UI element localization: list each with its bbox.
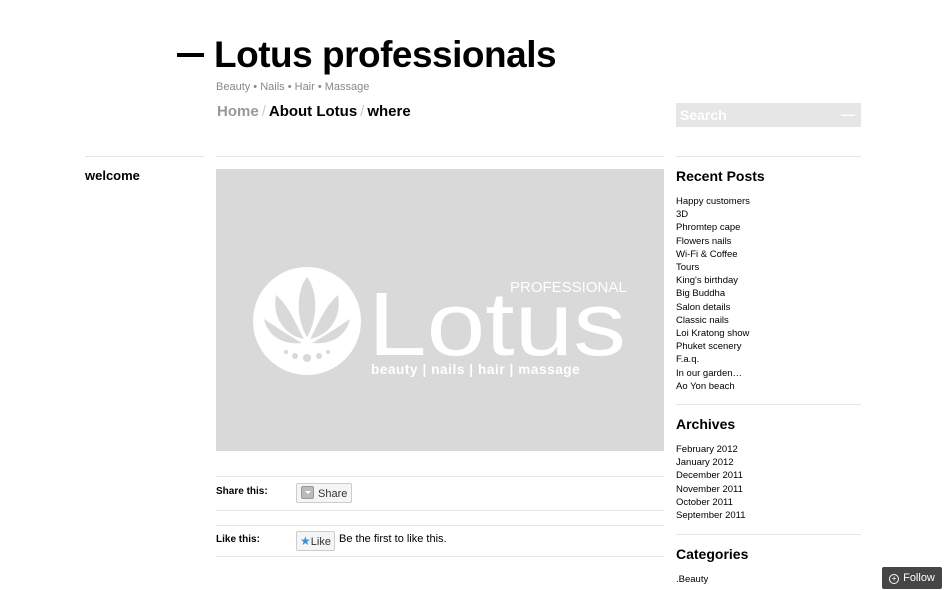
- divider: [216, 525, 664, 526]
- archives-list: February 2012 January 2012 December 2011 No…: [676, 443, 746, 522]
- recent-post-link[interactable]: Loi Kratong show: [676, 327, 750, 340]
- nav-item-about-lotus[interactable]: About Lotus: [269, 103, 357, 120]
- divider: [216, 476, 664, 477]
- title-dash: [177, 53, 204, 58]
- divider: [216, 156, 664, 157]
- lotus-logo-image: PROFESSIONAL Lotus beauty | nails | hair…: [216, 169, 664, 451]
- archive-link[interactable]: December 2011: [676, 469, 746, 482]
- recent-post-link[interactable]: Happy customers: [676, 195, 750, 208]
- archives-heading: Archives: [676, 416, 736, 432]
- divider: [216, 556, 664, 557]
- divider: [676, 156, 861, 157]
- follow-button[interactable]: + Follow: [882, 567, 942, 589]
- site-tagline: Beauty • Nails • Hair • Massage: [216, 81, 370, 93]
- like-button[interactable]: ★Like: [296, 531, 335, 551]
- archive-link[interactable]: October 2011: [676, 496, 746, 509]
- divider: [676, 534, 861, 535]
- search-box: —: [676, 103, 861, 127]
- nav-item-home[interactable]: Home: [217, 103, 259, 120]
- share-dropdown-icon: [301, 486, 314, 499]
- recent-post-link[interactable]: F.a.q.: [676, 353, 750, 366]
- logo-big-text: Lotus: [368, 275, 626, 375]
- recent-post-link[interactable]: 3D: [676, 208, 750, 221]
- recent-post-link[interactable]: Classic nails: [676, 314, 750, 327]
- recent-post-link[interactable]: King's birthday: [676, 274, 750, 287]
- recent-post-link[interactable]: Ao Yon beach: [676, 380, 750, 393]
- site-title[interactable]: Lotus professionals: [177, 34, 557, 76]
- recent-post-link[interactable]: Phromtep cape: [676, 221, 750, 234]
- post-title[interactable]: welcome: [85, 168, 140, 183]
- plus-icon: +: [889, 574, 900, 584]
- share-button-label: Share: [318, 488, 348, 500]
- recent-post-link[interactable]: Salon details: [676, 301, 750, 314]
- recent-post-link[interactable]: Tours: [676, 261, 750, 274]
- like-button-label: Like: [310, 536, 331, 548]
- recent-posts-heading: Recent Posts: [676, 168, 765, 184]
- archive-link[interactable]: September 2011: [676, 509, 746, 522]
- main-nav: Home / About Lotus / where: [217, 103, 411, 120]
- divider: [216, 510, 664, 511]
- follow-label: Follow: [903, 572, 935, 584]
- categories-list: .Beauty: [676, 573, 708, 586]
- divider: [676, 404, 861, 405]
- divider: [85, 156, 204, 157]
- nav-separator: /: [360, 103, 365, 120]
- archive-link[interactable]: November 2011: [676, 483, 746, 496]
- search-input[interactable]: [676, 103, 830, 127]
- category-link[interactable]: .Beauty: [676, 573, 708, 586]
- categories-heading: Categories: [676, 546, 749, 562]
- recent-post-link[interactable]: Flowers nails: [676, 235, 750, 248]
- site-title-text[interactable]: Lotus professionals: [214, 34, 557, 75]
- like-label: Like this:: [216, 534, 260, 545]
- nav-item-where[interactable]: where: [367, 103, 410, 120]
- star-icon: ★: [300, 534, 311, 548]
- logo-tagline: beauty | nails | hair | massage: [371, 362, 580, 377]
- recent-posts-list: Happy customers 3D Phromtep cape Flowers na…: [676, 195, 750, 393]
- recent-post-link[interactable]: Phuket scenery: [676, 340, 750, 353]
- lotus-logo-graphic: PROFESSIONAL Lotus beauty | nails | hair…: [253, 267, 627, 377]
- search-submit-button[interactable]: —: [841, 103, 855, 127]
- share-label: Share this:: [216, 486, 268, 497]
- archive-link[interactable]: January 2012: [676, 456, 746, 469]
- recent-post-link[interactable]: Big Buddha: [676, 287, 750, 300]
- recent-post-link[interactable]: Wi-Fi & Coffee: [676, 248, 750, 261]
- like-status-text: Be the first to like this.: [339, 533, 447, 545]
- recent-post-link[interactable]: In our garden…: [676, 367, 750, 380]
- archive-link[interactable]: February 2012: [676, 443, 746, 456]
- share-button[interactable]: Share: [296, 483, 353, 503]
- nav-separator: /: [261, 103, 266, 120]
